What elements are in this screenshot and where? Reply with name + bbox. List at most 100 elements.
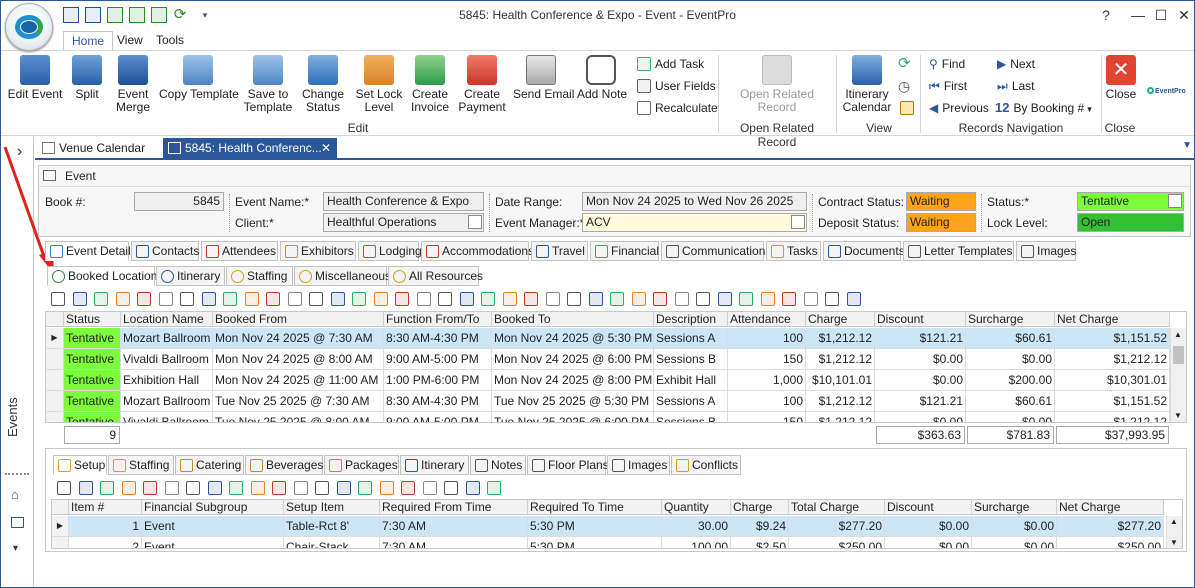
column-header-description[interactable]: Description [654, 312, 728, 327]
toolbar-icon-15[interactable] [358, 481, 372, 495]
cell-discount[interactable]: $121.21 [875, 391, 966, 412]
tab-images[interactable]: Images [1016, 241, 1076, 261]
edit-event-button[interactable]: Edit Event [7, 55, 63, 101]
cell-surcharge[interactable]: $0.00 [966, 349, 1055, 370]
toolbar-icon-24[interactable] [545, 292, 560, 306]
toolbar-icon-2[interactable] [78, 481, 93, 495]
toolbar-icon-18[interactable] [422, 481, 437, 495]
toolbar-icon-31[interactable] [696, 292, 710, 306]
cell-net-charge[interactable]: $277.20 [1057, 516, 1164, 537]
cell-booked-to[interactable]: Tue Nov 25 2025 @ 5:30 PM [492, 391, 654, 412]
toolbar-icon-13[interactable] [315, 481, 329, 495]
add-note-button[interactable]: Add Note [577, 55, 627, 101]
row-selector[interactable] [46, 391, 64, 412]
toolbar-icon-25[interactable] [567, 292, 581, 306]
cell-net-charge[interactable]: $10,301.01 [1055, 370, 1170, 391]
cell-required-to-time[interactable]: 5:30 PM [528, 537, 662, 548]
toolbar-icon-5[interactable] [143, 481, 157, 495]
toolbar-icon-17[interactable] [395, 292, 409, 306]
tab-attendees[interactable]: Attendees [201, 241, 278, 261]
cell-charge[interactable]: $1,212.12 [806, 412, 875, 422]
cell-charge[interactable]: $9.24 [731, 516, 789, 537]
cell-surcharge[interactable]: $0.00 [972, 537, 1057, 548]
toolbar-icon-21[interactable] [481, 292, 495, 306]
toolbar-icon-19[interactable] [444, 481, 458, 495]
tab-documents[interactable]: Documents [823, 241, 905, 261]
toolbar-icon-38[interactable] [846, 292, 861, 306]
scroll-thumb[interactable] [1173, 346, 1184, 364]
column-header-surcharge[interactable]: Surcharge [966, 312, 1055, 327]
toolbar-icon-23[interactable] [524, 292, 538, 306]
toolbar-icon-29[interactable] [653, 292, 667, 306]
toolbar-icon-6[interactable] [158, 292, 173, 306]
book-number-field[interactable]: 5845 [134, 192, 224, 211]
detail-tab-catering[interactable]: Catering [175, 455, 244, 475]
cell-booked-from[interactable]: Tue Nov 25 2025 @ 8:00 AM [213, 412, 384, 422]
column-header-setup-item[interactable]: Setup Item [284, 500, 380, 515]
save-to-template-button[interactable]: Save to Template [243, 55, 293, 114]
current-row-indicator-icon[interactable]: ▶ [46, 328, 64, 349]
tab-contacts[interactable]: Contacts [131, 241, 199, 261]
row-selector[interactable] [52, 537, 69, 548]
column-header-required-to-time[interactable]: Required To Time [528, 500, 662, 515]
cell-net-charge[interactable]: $250.00 [1057, 537, 1164, 548]
cell-surcharge[interactable]: $60.61 [966, 391, 1055, 412]
cell-booked-from[interactable]: Mon Nov 24 2025 @ 11:00 AM [213, 370, 384, 391]
tab-lodging[interactable]: Lodging [358, 241, 422, 261]
lookup-icon[interactable] [468, 215, 482, 229]
cell-setup-item[interactable]: Chair-Stack [284, 537, 380, 548]
cell-function-from-to[interactable]: 1:00 PM-6:00 PM [384, 370, 492, 391]
toolbar-icon-27[interactable] [610, 292, 624, 306]
cell-status[interactable]: Tentative [64, 328, 121, 349]
toolbar-icon-20[interactable] [465, 481, 480, 495]
row-selector[interactable] [46, 370, 64, 391]
event-merge-button[interactable]: Event Merge [113, 55, 153, 114]
cell-description[interactable]: Sessions B [654, 349, 728, 370]
tab-exhibitors[interactable]: Exhibitors [280, 241, 356, 261]
find-button[interactable]: ⚲ Find [929, 55, 965, 73]
subtab-miscellaneous[interactable]: Miscellaneous [294, 266, 391, 286]
tab-event-5845[interactable]: 5845: Health Conferenc... ✕ [163, 138, 337, 159]
cell-attendance[interactable]: 100 [728, 328, 806, 349]
lock-level-field[interactable]: Open [1077, 213, 1184, 232]
cell-net-charge[interactable]: $1,151.52 [1055, 391, 1170, 412]
scroll-down-icon[interactable]: ▼ [1170, 538, 1178, 547]
toolbar-icon-15[interactable] [352, 292, 366, 306]
client-field[interactable]: Healthful Operations [323, 213, 484, 232]
toolbar-icon-21[interactable] [487, 481, 501, 495]
cell-discount[interactable]: $0.00 [875, 349, 966, 370]
cell-discount[interactable]: $0.00 [875, 412, 966, 422]
detail-tab-setup[interactable]: Setup [53, 455, 107, 475]
detail-tab-conflicts[interactable]: Conflicts [671, 455, 741, 475]
cell-charge[interactable]: $10,101.01 [806, 370, 875, 391]
cell-surcharge[interactable]: $200.00 [966, 370, 1055, 391]
lookup-icon[interactable] [791, 215, 805, 229]
cell-booked-to[interactable]: Tue Nov 25 2025 @ 6:00 PM [492, 412, 654, 422]
cell-booked-to[interactable]: Mon Nov 24 2025 @ 6:00 PM [492, 349, 654, 370]
cell-function-from-to[interactable]: 8:30 AM-4:30 PM [384, 391, 492, 412]
copy-template-button[interactable]: Copy Template [159, 55, 239, 101]
cell-charge[interactable]: $1,212.12 [806, 349, 875, 370]
toolbar-icon-9[interactable] [223, 292, 237, 306]
tab-list-dropdown-icon[interactable]: ▼ [1182, 140, 1192, 151]
deposit-status-field[interactable]: Waiting [906, 213, 976, 232]
event-manager-field[interactable]: ACV [582, 213, 807, 232]
cell-booked-to[interactable]: Mon Nov 24 2025 @ 5:30 PM [492, 328, 654, 349]
tab-financial[interactable]: Financial [590, 241, 659, 261]
cell-discount[interactable]: $0.00 [875, 370, 966, 391]
history-icon[interactable]: ◷ [898, 77, 910, 95]
toolbar-icon-37[interactable] [825, 292, 839, 306]
column-header-location-name[interactable]: Location Name [121, 312, 213, 327]
toolbar-icon-19[interactable] [438, 292, 452, 306]
tab-communications[interactable]: Communications [661, 241, 771, 261]
previous-button[interactable]: ◀ Previous [929, 99, 989, 117]
itinerary-calendar-button[interactable]: Itinerary Calendar [841, 55, 893, 114]
toolbar-icon-20[interactable] [459, 292, 474, 306]
lookup-icon[interactable] [1168, 194, 1182, 208]
user-fields-button[interactable]: User Fields [637, 77, 716, 95]
cell-item[interactable]: 2 [69, 537, 142, 548]
cell-booked-from[interactable]: Mon Nov 24 2025 @ 7:30 AM [213, 328, 384, 349]
cell-attendance[interactable]: 1,000 [728, 370, 806, 391]
column-header-status[interactable]: Status [64, 312, 121, 327]
toolbar-icon-16[interactable] [379, 481, 394, 495]
